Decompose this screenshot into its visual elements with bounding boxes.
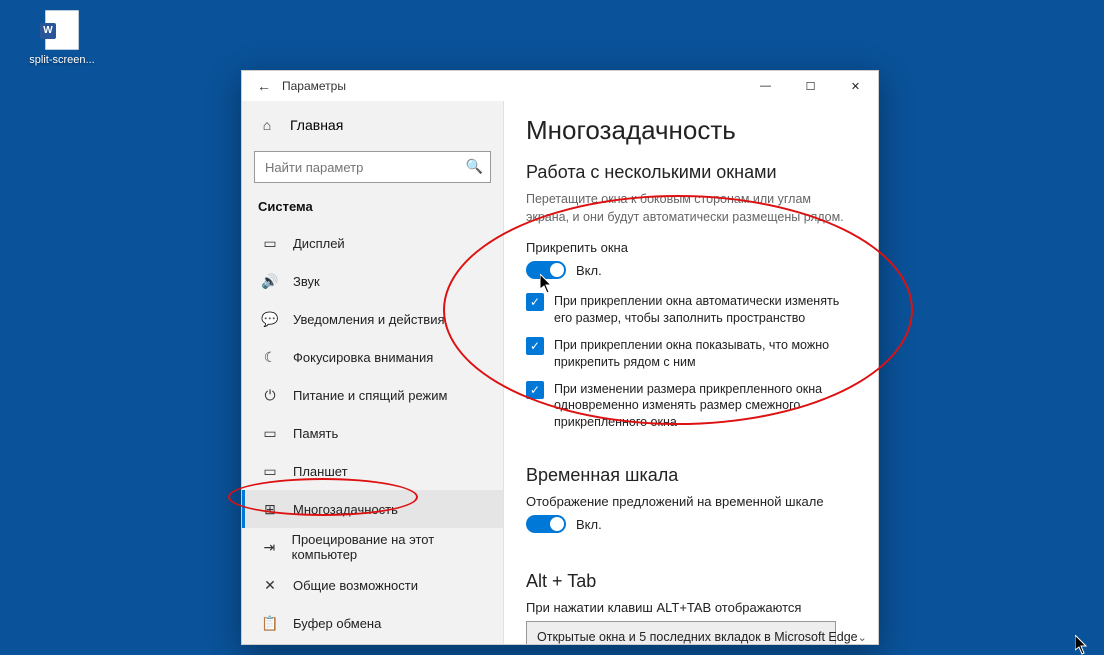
projecting-icon: ⇥ <box>261 539 278 556</box>
snap-option-label: При прикреплении окна автоматически изме… <box>554 293 860 327</box>
sidebar-item-focus-assist[interactable]: ☾ Фокусировка внимания <box>242 338 503 376</box>
sidebar-search: 🔍 <box>254 151 491 183</box>
desktop-file-icon[interactable]: split-screen... <box>26 10 98 66</box>
settings-window: ← Параметры — ☐ ✕ ⌂ Главная 🔍 Система ▭ Д… <box>241 70 879 645</box>
timeline-heading: Временная шкала <box>526 465 860 486</box>
snap-option-checkbox[interactable]: ✓ <box>526 337 544 355</box>
shared-experiences-icon: ✕ <box>261 577 279 594</box>
sidebar-item-display[interactable]: ▭ Дисплей <box>242 224 503 262</box>
tablet-icon: ▭ <box>261 463 279 480</box>
sidebar-item-notifications[interactable]: 💬 Уведомления и действия <box>242 300 503 338</box>
notifications-icon: 💬 <box>261 311 279 328</box>
alttab-subheading: При нажатии клавиш ALT+TAB отображаются <box>526 600 860 615</box>
sidebar: ⌂ Главная 🔍 Система ▭ Дисплей 🔊 Звук 💬 Уведом… <box>242 101 504 644</box>
sidebar-item-label: Проецирование на этот компьютер <box>292 532 487 562</box>
sidebar-item-label: Многозадачность <box>293 502 398 517</box>
multitasking-icon: ⊞ <box>261 501 279 518</box>
snap-option-row: ✓ При прикреплении окна автоматически изм… <box>526 293 860 327</box>
sidebar-item-label: Уведомления и действия <box>293 312 445 327</box>
snap-toggle-state: Вкл. <box>576 263 602 278</box>
storage-icon: ▭ <box>261 425 279 442</box>
timeline-toggle-state: Вкл. <box>576 517 602 532</box>
minimize-button[interactable]: — <box>743 71 788 101</box>
back-button[interactable]: ← <box>250 72 278 100</box>
snap-heading: Работа с несколькими окнами <box>526 162 860 183</box>
alttab-dropdown[interactable]: Открытые окна и 5 последних вкладок в Mi… <box>526 621 836 644</box>
snap-option-row: ✓ При прикреплении окна показывать, что м… <box>526 337 860 371</box>
close-button[interactable]: ✕ <box>833 71 878 101</box>
maximize-button[interactable]: ☐ <box>788 71 833 101</box>
snap-description: Перетащите окна к боковым сторонам или у… <box>526 191 856 226</box>
snap-option-row: ✓ При изменении размера прикрепленного ок… <box>526 381 860 432</box>
sidebar-item-multitasking[interactable]: ⊞ Многозадачность <box>242 490 503 528</box>
sidebar-item-tablet[interactable]: ▭ Планшет <box>242 452 503 490</box>
window-title: Параметры <box>282 79 346 93</box>
display-icon: ▭ <box>261 235 279 252</box>
timeline-subheading: Отображение предложений на временной шка… <box>526 494 860 509</box>
sidebar-item-label: Память <box>293 426 338 441</box>
sidebar-item-label: Дисплей <box>293 236 345 251</box>
sidebar-item-label: Общие возможности <box>293 578 418 593</box>
alttab-dropdown-value: Открытые окна и 5 последних вкладок в Mi… <box>537 630 858 644</box>
alttab-heading: Alt + Tab <box>526 571 860 592</box>
sidebar-item-label: Буфер обмена <box>293 616 381 631</box>
search-input[interactable] <box>254 151 491 183</box>
sidebar-item-shared-experiences[interactable]: ✕ Общие возможности <box>242 566 503 604</box>
snap-option-checkbox[interactable]: ✓ <box>526 381 544 399</box>
sidebar-item-clipboard[interactable]: 📋 Буфер обмена <box>242 604 503 642</box>
power-icon: ⏻ <box>261 387 279 404</box>
sidebar-home[interactable]: ⌂ Главная <box>242 105 503 145</box>
sidebar-item-label: Звук <box>293 274 320 289</box>
titlebar: ← Параметры — ☐ ✕ <box>242 71 878 101</box>
word-document-icon <box>45 10 79 50</box>
chevron-down-icon: ⌄ <box>858 631 867 644</box>
content-pane: Многозадачность Работа с несколькими окн… <box>504 101 878 644</box>
focus-assist-icon: ☾ <box>261 349 279 366</box>
snap-toggle[interactable] <box>526 261 566 279</box>
sidebar-item-power[interactable]: ⏻ Питание и спящий режим <box>242 376 503 414</box>
timeline-toggle[interactable] <box>526 515 566 533</box>
snap-option-label: При изменении размера прикрепленного окн… <box>554 381 860 432</box>
sidebar-item-storage[interactable]: ▭ Память <box>242 414 503 452</box>
sidebar-section-label: Система <box>242 193 503 224</box>
snap-option-checkbox[interactable]: ✓ <box>526 293 544 311</box>
snap-toggle-title: Прикрепить окна <box>526 240 860 255</box>
cursor-icon <box>1075 635 1089 655</box>
snap-option-label: При прикреплении окна показывать, что мо… <box>554 337 860 371</box>
home-icon: ⌂ <box>258 117 276 133</box>
sidebar-home-label: Главная <box>290 117 343 133</box>
clipboard-icon: 📋 <box>261 615 279 632</box>
page-title: Многозадачность <box>526 115 860 146</box>
sidebar-item-label: Питание и спящий режим <box>293 388 447 403</box>
sidebar-item-projecting[interactable]: ⇥ Проецирование на этот компьютер <box>242 528 503 566</box>
sidebar-item-sound[interactable]: 🔊 Звук <box>242 262 503 300</box>
desktop-file-label: split-screen... <box>26 54 98 66</box>
sidebar-item-label: Фокусировка внимания <box>293 350 433 365</box>
sidebar-item-label: Планшет <box>293 464 348 479</box>
sound-icon: 🔊 <box>261 273 279 290</box>
